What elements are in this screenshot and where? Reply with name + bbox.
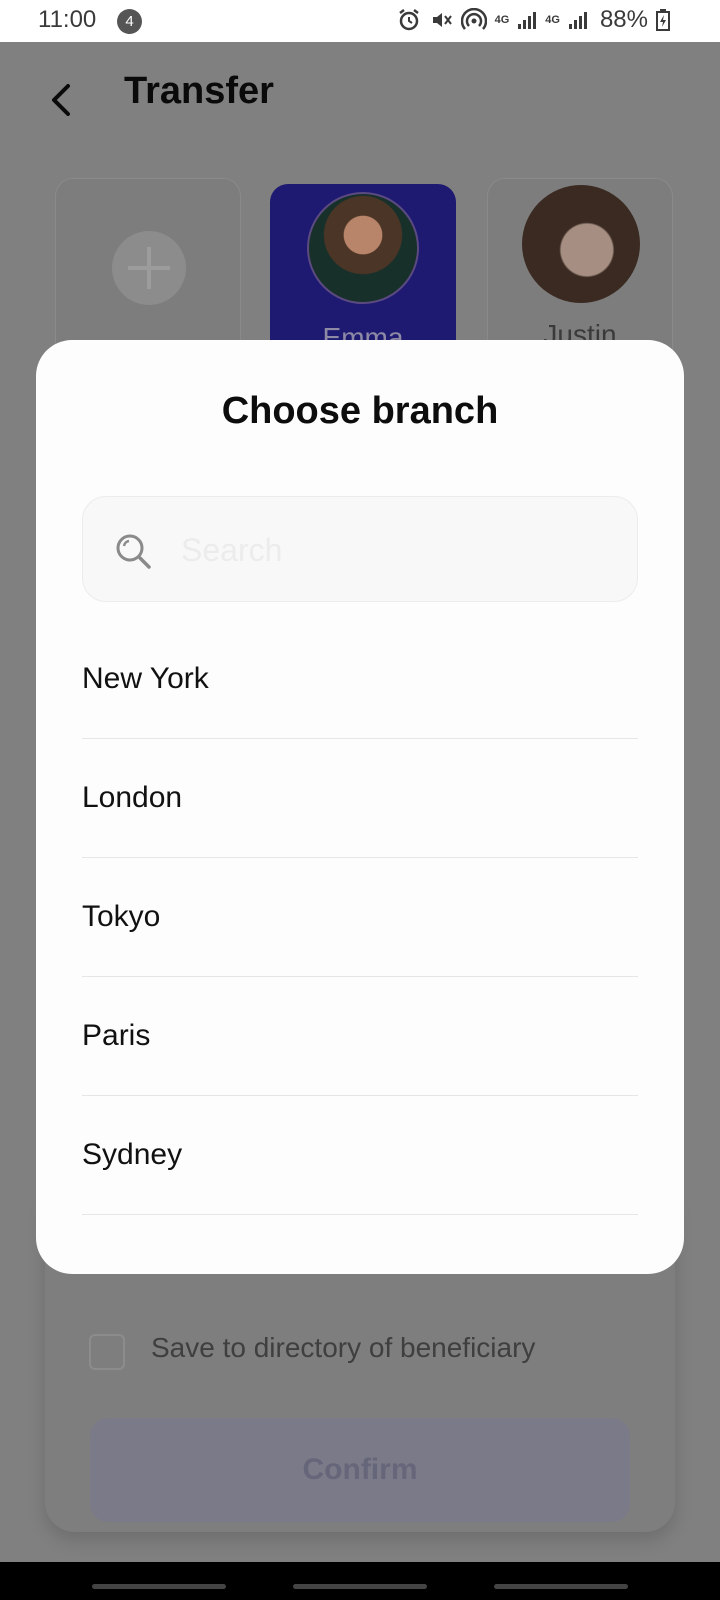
signal-icon [518,12,537,29]
nav-recents-button[interactable] [92,1584,226,1589]
branch-item-sydney[interactable]: Sydney [82,1096,638,1215]
status-time: 11:00 [38,6,97,33]
confirm-button[interactable]: Confirm [90,1418,630,1522]
nav-back-button[interactable] [494,1584,628,1589]
dialog-title: Choose branch [221,390,499,432]
battery-charging-icon [656,9,670,31]
branch-item-paris[interactable]: Paris [82,977,638,1096]
network-type-label: 4G [494,14,510,26]
signal-icon-2 [568,12,587,29]
back-arrow-icon[interactable] [44,82,80,118]
system-nav-bar [0,1562,720,1600]
branch-list: New York London Tokyo Paris Sydney [82,620,638,1215]
save-beneficiary-checkbox[interactable] [89,1334,125,1370]
search-box[interactable] [82,496,638,602]
search-icon [116,534,151,569]
branch-item-new-york[interactable]: New York [82,620,638,739]
network-type-label-2: 4G [545,14,560,26]
status-bar: 11:00 4 4G 4G 88% [0,0,720,42]
nav-home-button[interactable] [293,1584,427,1589]
mute-icon [432,13,452,27]
page-title: Transfer [124,70,274,112]
status-icons: 4G 4G 88% [397,6,670,34]
notification-count-badge: 4 [117,9,142,34]
save-beneficiary-label: Save to directory of beneficiary [151,1332,536,1363]
choose-branch-dialog: Choose branch New York London Tokyo Pari… [36,340,684,1274]
battery-percent: 88% [599,6,648,33]
branch-item-tokyo[interactable]: Tokyo [82,858,638,977]
hotspot-icon [460,8,487,30]
avatar [522,185,640,303]
plus-icon [112,231,186,305]
search-input[interactable] [179,521,613,579]
avatar [307,192,419,304]
alarm-icon [398,9,419,31]
branch-item-london[interactable]: London [82,739,638,858]
